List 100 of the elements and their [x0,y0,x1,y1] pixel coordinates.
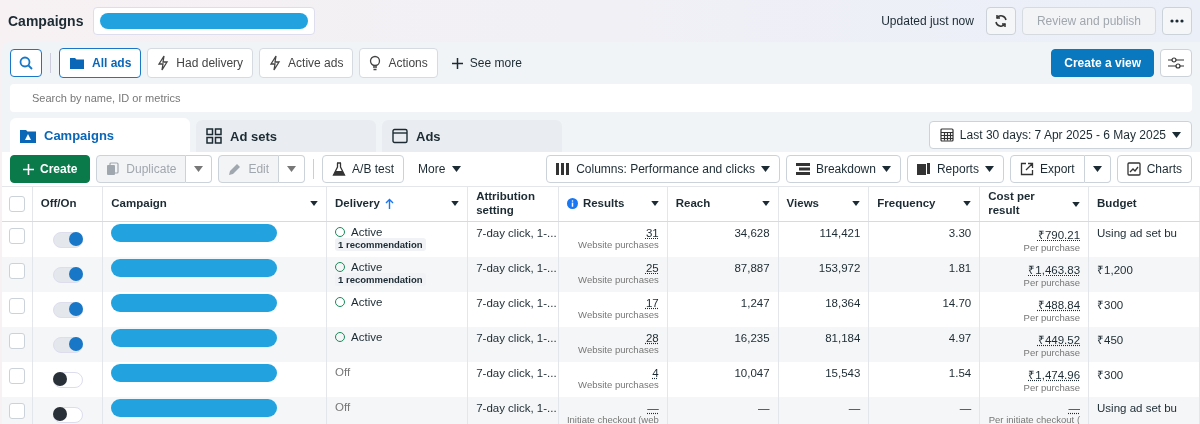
search-button[interactable] [10,49,42,77]
caret-icon[interactable] [761,201,770,207]
column-header: Frequency [877,197,936,211]
table-cell-text: — [958,402,972,414]
date-range-picker[interactable]: Last 30 days: 7 Apr 2025 - 6 May 2025 [928,121,1192,149]
window-icon [392,128,408,144]
caret-icon[interactable] [963,201,972,207]
level-tab[interactable]: Campaigns [10,118,190,152]
cost-value: ₹1,474.96 [1027,368,1081,382]
table-cell: 7-day click, 1-... [476,262,557,274]
edit-menu-button[interactable] [279,155,306,183]
caret-icon[interactable] [310,201,319,207]
caret-icon[interactable] [650,201,659,207]
toggle-switch[interactable] [52,372,83,388]
ab-test-button[interactable]: A/B test [322,155,405,183]
cost-value: ₹1,463.83 [1027,263,1081,277]
delivery-status: Off [335,401,351,413]
table-cell-text: — [847,402,861,414]
column-header: Views [786,197,819,211]
toggle-switch[interactable] [52,267,83,283]
table-cell-text: 10,047 [733,367,770,379]
table-cell: 7-day click, 1-... [476,402,557,414]
table-cell-text: ₹300 [1097,298,1124,312]
filter-chip[interactable]: Active ads [259,48,354,78]
table-cell: 7-day click, 1-... [476,332,557,344]
results-type: Website purchases [577,309,659,320]
row-checkbox[interactable] [8,368,25,384]
cost-value: ₹790.21 [1036,228,1081,242]
row-checkbox[interactable] [8,403,25,419]
flask-icon [332,162,347,176]
export-button[interactable]: Export [1009,155,1085,183]
table-cell: Using ad set bu [1097,402,1177,414]
recommendation-badge[interactable]: 1 recommendation [335,273,426,286]
page-title: Campaigns [8,13,84,29]
toggle-switch[interactable] [52,232,83,248]
column-header: Delivery [335,197,380,211]
row-checkbox[interactable] [8,298,25,314]
table-cell-text: 87,887 [733,262,770,274]
caret-icon [760,166,770,172]
lightning-icon [269,55,282,71]
cost-type: Per purchase [1022,382,1081,393]
results-value: 31 [644,227,659,239]
delivery-status: Active [351,296,383,308]
row-checkbox[interactable] [8,228,25,244]
charts-button[interactable]: Charts [1116,155,1192,183]
results-type: Website purchases [577,274,659,285]
table-cell-text: 14.70 [941,297,972,309]
more-options-button[interactable] [1162,7,1192,35]
level-tab[interactable]: Ads [382,120,562,152]
filter-chip[interactable]: Had delivery [147,48,254,78]
search-field[interactable]: Search by name, ID or metrics [10,84,1192,112]
columns-dropdown[interactable]: Columns: Performance and clicks [546,155,780,183]
caret-icon[interactable] [1072,201,1081,207]
caret-icon [1172,132,1181,138]
settings-button[interactable] [1160,49,1192,77]
level-tab[interactable]: Ad sets [196,120,376,152]
select-all-checkbox[interactable] [8,196,25,212]
account-dropdown[interactable] [93,7,316,35]
table-cell-text: 3.30 [947,227,972,239]
filter-chip[interactable]: Actions [359,48,438,78]
caret-icon [984,166,994,172]
breakdown-icon [795,163,810,175]
table-cell-text: 1.81 [947,262,972,274]
export-menu-button[interactable] [1084,155,1111,183]
caret-icon[interactable] [451,201,460,207]
create-button[interactable]: Create [10,155,91,183]
reports-dropdown[interactable]: Reports [906,155,1004,183]
caret-icon [881,166,891,172]
toggle-switch[interactable] [52,337,83,353]
create-view-button[interactable]: Create a view [1051,49,1154,77]
table-cell: 7-day click, 1-... [476,367,557,379]
refresh-button[interactable] [985,7,1016,35]
filter-chip[interactable]: All ads [59,48,142,78]
search-icon [18,55,34,71]
cost-type: Per purchase [1022,242,1081,253]
cost-value: — [1067,402,1081,414]
table-cell-text: 1.54 [947,367,972,379]
table-cell-text: ₹1,200 [1097,263,1133,277]
duplicate-menu-button[interactable] [186,155,213,183]
row-checkbox[interactable] [8,263,25,279]
more-dropdown[interactable]: More [410,155,470,183]
table-cell: Using ad set bu [1097,227,1177,239]
toggle-switch[interactable] [52,407,83,423]
folder-icon [69,56,85,70]
column-header: Reach [675,197,711,211]
row-checkbox[interactable] [8,333,25,349]
column-header: Off/On [40,197,77,211]
column-header: Campaign [111,197,167,211]
columns-icon [556,163,571,175]
pencil-icon [228,162,243,176]
see-more-button[interactable]: See more [443,49,530,77]
external-link-icon [1019,162,1034,176]
results-type: Website purchases [577,344,659,355]
column-header: Results [582,197,625,211]
toggle-switch[interactable] [52,302,83,318]
caret-icon[interactable] [852,201,861,207]
calendar-icon [939,128,954,142]
breakdown-dropdown[interactable]: Breakdown [785,155,901,183]
recommendation-badge[interactable]: 1 recommendation [335,238,426,251]
sliders-icon [1167,56,1185,70]
